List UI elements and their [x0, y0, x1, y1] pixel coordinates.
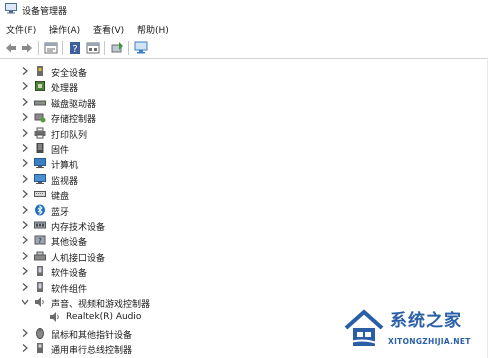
- update-driver-icon[interactable]: [110, 41, 124, 55]
- tree-item-label: 磁盘驱动器: [51, 99, 97, 110]
- chevron-right-icon[interactable]: [21, 81, 29, 91]
- speaker-icon: [50, 312, 59, 323]
- device-manager-icon: [5, 3, 17, 14]
- chevron-right-icon[interactable]: [21, 143, 29, 153]
- window-title: 设备管理器: [22, 7, 68, 17]
- tree-item[interactable]: 键盘: [0, 187, 488, 202]
- usb-icon: [37, 343, 43, 354]
- menu-help[interactable]: 帮助(H): [137, 23, 169, 36]
- properties-icon[interactable]: [86, 41, 100, 55]
- toolbar-separator: [38, 41, 39, 55]
- sound-icon: [35, 297, 44, 307]
- tree-item[interactable]: 蓝牙: [0, 203, 488, 218]
- tree-item-label: 人机接口设备: [51, 253, 106, 264]
- security-device-icon: [37, 66, 43, 76]
- chevron-right-icon[interactable]: [21, 97, 29, 107]
- tree-item-label: 存储控制器: [51, 115, 97, 126]
- svg-text:?: ?: [38, 237, 42, 245]
- house-logo-icon: [343, 309, 385, 347]
- tree-item-label: 监视器: [51, 176, 79, 187]
- computer-icon: [34, 158, 46, 169]
- tree-item-label: 安全设备: [51, 69, 88, 79]
- keyboard-icon: [34, 191, 46, 198]
- tree-item-label: 通用串行总线控制器: [51, 346, 133, 357]
- memory-device-icon: [34, 221, 46, 229]
- chevron-right-icon[interactable]: [21, 235, 29, 245]
- chevron-right-icon[interactable]: [21, 174, 29, 184]
- chevron-down-icon[interactable]: [21, 297, 29, 307]
- tree-item-label: 打印队列: [51, 130, 88, 141]
- svg-text:?: ?: [72, 44, 77, 55]
- tree-item[interactable]: 监视器: [0, 172, 488, 187]
- monitor-icon: [34, 173, 46, 184]
- tree-item[interactable]: 磁盘驱动器: [0, 95, 488, 110]
- tree-item-label: 计算机: [51, 161, 79, 172]
- menu-action[interactable]: 操作(A): [49, 23, 80, 36]
- tree-item[interactable]: 计算机: [0, 156, 488, 171]
- watermark-text: 系统之家: [390, 311, 462, 331]
- toolbar-separator: [104, 41, 105, 55]
- tree-item[interactable]: 软件设备: [0, 264, 488, 279]
- tree-item-label: 鼠标和其他指针设备: [51, 330, 133, 341]
- tree-item[interactable]: 内存技术设备: [0, 218, 488, 233]
- tree-item[interactable]: ? 其他设备: [0, 233, 488, 248]
- chevron-right-icon[interactable]: [21, 112, 29, 122]
- chevron-right-icon[interactable]: [21, 282, 29, 292]
- firmware-icon: [36, 143, 44, 153]
- chevron-right-icon[interactable]: [21, 128, 29, 138]
- forward-arrow-icon[interactable]: [20, 41, 34, 55]
- device-view-icon[interactable]: [44, 41, 58, 55]
- tree-item-label: 键盘: [51, 192, 70, 203]
- tree-item-label: 固件: [51, 146, 70, 156]
- tree-item[interactable]: 固件: [0, 141, 488, 156]
- hid-icon: [34, 251, 46, 261]
- tree-item[interactable]: 安全设备: [0, 64, 488, 79]
- storage-controller-icon: [34, 113, 46, 123]
- chevron-right-icon[interactable]: [21, 328, 29, 338]
- chevron-right-icon[interactable]: [21, 251, 29, 261]
- menu-bar: 文件(F) 操作(A) 查看(V) 帮助(H): [0, 20, 488, 37]
- chevron-right-icon[interactable]: [21, 220, 29, 230]
- tree-item[interactable]: 处理器: [0, 79, 488, 94]
- tree-item-label: 内存技术设备: [51, 223, 106, 233]
- chevron-right-icon[interactable]: [21, 343, 29, 353]
- chevron-right-icon[interactable]: [21, 189, 29, 199]
- software-component-icon: [37, 281, 43, 292]
- bluetooth-icon: [35, 204, 45, 216]
- back-arrow-icon[interactable]: [4, 41, 18, 55]
- tree-item[interactable]: 存储控制器: [0, 110, 488, 125]
- tree-item-label: 声音、视频和游戏控制器: [51, 300, 151, 310]
- disk-drive-icon: [34, 100, 46, 106]
- chevron-right-icon[interactable]: [21, 66, 29, 76]
- tree-item-label: 其他设备: [51, 238, 88, 249]
- chevron-right-icon[interactable]: [21, 266, 29, 276]
- processor-icon: [35, 81, 45, 92]
- tree-item[interactable]: 软件组件: [0, 280, 488, 295]
- software-device-icon: [37, 266, 43, 277]
- watermark-logo: 系统之家 XITONGZHIJIA.NET: [340, 304, 486, 356]
- chevron-right-icon[interactable]: [21, 158, 29, 168]
- menu-view[interactable]: 查看(V): [93, 23, 124, 36]
- toolbar-separator: [128, 41, 129, 55]
- tree-item-label: 软件组件: [51, 284, 88, 295]
- printer-icon: [34, 127, 46, 139]
- tree-item[interactable]: 打印队列: [0, 126, 488, 141]
- scan-hardware-icon[interactable]: [134, 41, 148, 55]
- toolbar-separator: [62, 41, 63, 55]
- tree-item-label: 软件设备: [51, 269, 88, 280]
- toolbar: ?: [0, 38, 488, 59]
- tree-item-label: Realtek(R) Audio: [66, 312, 142, 323]
- menu-file[interactable]: 文件(F): [6, 23, 36, 36]
- other-device-icon: ?: [34, 235, 46, 245]
- title-bar: 设备管理器: [0, 0, 488, 19]
- watermark-url: XITONGZHIJIA.NET: [388, 337, 471, 346]
- help-icon[interactable]: ?: [68, 41, 82, 55]
- tree-item[interactable]: 人机接口设备: [0, 249, 488, 264]
- tree-item-label: 蓝牙: [51, 207, 70, 218]
- mouse-icon: [36, 327, 44, 339]
- chevron-right-icon[interactable]: [21, 205, 29, 215]
- tree-item-label: 处理器: [51, 84, 79, 95]
